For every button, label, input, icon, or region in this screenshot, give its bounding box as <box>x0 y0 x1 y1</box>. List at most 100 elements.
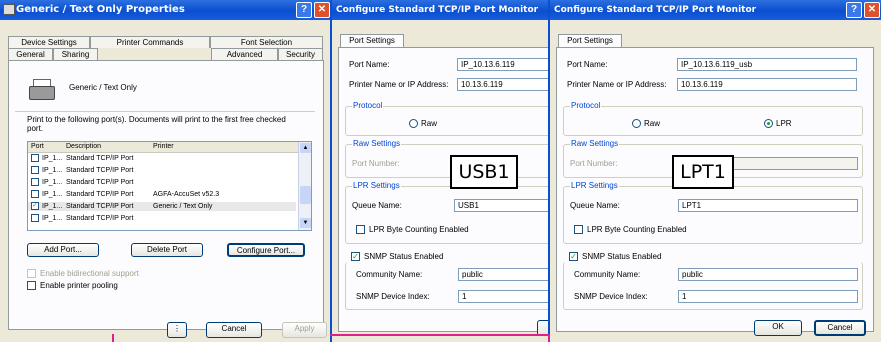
delete-port-button[interactable]: Delete Port <box>131 243 203 257</box>
lpr-counting-label: LPR Byte Counting Enabled <box>369 225 469 234</box>
port-checkbox[interactable]: ✓ <box>31 202 39 210</box>
port-checkbox[interactable] <box>31 178 39 186</box>
cancel-button[interactable]: Cancel <box>814 320 866 336</box>
add-port-button[interactable]: Add Port... <box>27 243 99 257</box>
queue-name-field[interactable]: USB1 <box>454 199 550 212</box>
tab-security[interactable]: Security <box>278 48 323 60</box>
community-field[interactable]: public <box>678 268 858 281</box>
port-name: IP_1... <box>42 167 63 174</box>
port-row[interactable]: IP_1... Standard TCP/IP Port <box>28 154 296 163</box>
port-name: IP_1... <box>42 155 63 162</box>
port-number-label: Port Number: <box>352 159 400 168</box>
snmp-group: Community Name: public SNMP Device Index… <box>563 262 863 310</box>
list-header: Port Description Printer <box>28 142 298 153</box>
bidirectional-label: Enable bidirectional support <box>40 269 139 278</box>
lpr-counting-checkbox[interactable] <box>356 225 365 234</box>
divider <box>15 111 315 112</box>
ok-button-partial[interactable]: ⋮ <box>167 322 187 338</box>
configure-port-button[interactable]: Configure Port... <box>227 243 305 257</box>
lpr-radio[interactable] <box>764 119 773 128</box>
bidirectional-checkbox[interactable] <box>27 269 36 278</box>
lpr-settings-title: LPR Settings <box>570 181 619 190</box>
tab-port-settings[interactable]: Port Settings <box>558 34 622 48</box>
apply-button[interactable]: Apply <box>282 322 327 338</box>
title-bar[interactable]: Generic / Text Only Properties ? ✕ <box>0 0 333 20</box>
lpr-settings-group: LPR Settings Queue Name: LPT1 LPR Byte C… <box>563 181 863 244</box>
queue-name-label: Queue Name: <box>352 201 402 210</box>
printer-properties-window: Generic / Text Only Properties ? ✕ Devic… <box>0 0 333 342</box>
red-connector-line <box>330 334 550 336</box>
snmp-checkbox[interactable]: ✓ <box>351 252 360 261</box>
help-button[interactable]: ? <box>846 2 862 18</box>
tab-device-settings[interactable]: Device Settings <box>8 36 90 48</box>
cancel-button[interactable]: Cancel <box>206 322 262 338</box>
help-button[interactable]: ? <box>296 2 312 18</box>
port-row[interactable]: ✓ IP_1... Standard TCP/IP Port Generic / Te… <box>28 202 296 211</box>
print-instruction: Print to the following port(s). Document… <box>27 115 286 133</box>
queue-name-field[interactable]: LPT1 <box>678 199 858 212</box>
port-checkbox[interactable] <box>31 166 39 174</box>
port-name: IP_1... <box>42 191 63 198</box>
lpr-label: LPR <box>776 119 792 128</box>
tab-printer-commands[interactable]: Printer Commands <box>90 36 210 48</box>
title-bar[interactable]: Configure Standard TCP/IP Port Monitor ?… <box>550 0 881 20</box>
protocol-title: Protocol <box>352 101 384 110</box>
port-checkbox[interactable] <box>31 190 39 198</box>
community-label: Community Name: <box>574 270 641 279</box>
device-index-label: SNMP Device Index: <box>574 292 648 301</box>
title-bar[interactable]: Configure Standard TCP/IP Port Monitor <box>332 0 550 20</box>
tab-general[interactable]: General <box>8 48 53 60</box>
raw-radio[interactable] <box>409 119 418 128</box>
device-index-field[interactable]: 1 <box>678 290 858 303</box>
port-checkbox[interactable] <box>31 214 39 222</box>
raw-radio[interactable] <box>632 119 641 128</box>
port-row[interactable]: IP_1... Standard TCP/IP Port <box>28 178 296 187</box>
port-row[interactable]: IP_1... Standard TCP/IP Port <box>28 214 296 223</box>
port-description: Standard TCP/IP Port <box>66 155 134 162</box>
close-button[interactable]: ✕ <box>864 2 880 18</box>
port-name: IP_1... <box>42 215 63 222</box>
tab-sharing[interactable]: Sharing <box>53 48 98 60</box>
snmp-checkbox[interactable]: ✓ <box>569 252 578 261</box>
scroll-up-icon[interactable]: ▲ <box>300 143 311 153</box>
red-connector-line <box>548 334 550 342</box>
port-settings-panel: Port Name: IP_10.13.6.119 Printer Name o… <box>338 47 550 332</box>
list-scrollbar[interactable]: ▲ ▼ <box>298 142 311 230</box>
ports-list[interactable]: Port Description Printer IP_1... Standard… <box>27 141 312 231</box>
port-description: Standard TCP/IP Port <box>66 191 134 198</box>
port-row[interactable]: IP_1... Standard TCP/IP Port <box>28 166 296 175</box>
port-checkbox[interactable] <box>31 154 39 162</box>
community-field[interactable]: public <box>458 268 550 281</box>
port-name-label: Port Name: <box>349 60 390 69</box>
printer-ip-field[interactable]: 10.13.6.119 <box>677 78 857 91</box>
printer-name-label: Generic / Text Only <box>69 83 137 92</box>
tab-advanced[interactable]: Advanced <box>211 48 278 60</box>
printer-ip-label: Printer Name or IP Address: <box>349 80 449 89</box>
port-monitor-window-1: Configure Standard TCP/IP Port Monitor P… <box>330 0 550 342</box>
printer-ip-field[interactable]: 10.13.6.119 <box>457 78 550 91</box>
lpt1-callout: LPT1 <box>672 155 734 189</box>
port-number-label: Port Number: <box>570 159 618 168</box>
scroll-thumb[interactable] <box>300 186 311 204</box>
column-printer[interactable]: Printer <box>153 143 174 150</box>
snmp-label: SNMP Status Enabled <box>364 252 444 261</box>
lpr-settings-group: LPR Settings Queue Name: USB1 LPR Byte C… <box>345 181 550 244</box>
column-port[interactable]: Port <box>31 143 44 150</box>
tab-port-settings[interactable]: Port Settings <box>340 34 404 48</box>
raw-label: Raw <box>644 119 661 128</box>
pooling-checkbox[interactable] <box>27 281 36 290</box>
port-row[interactable]: IP_1... Standard TCP/IP Port AGFA-AccuSet … <box>28 190 296 199</box>
protocol-group: Protocol Raw LPR <box>563 101 863 136</box>
port-description: Standard TCP/IP Port <box>66 203 134 210</box>
column-description[interactable]: Description <box>66 143 101 150</box>
scroll-down-icon[interactable]: ▼ <box>300 218 311 228</box>
close-button[interactable]: ✕ <box>314 2 330 18</box>
port-name-field[interactable]: IP_10.13.6.119 <box>457 58 550 71</box>
lpr-counting-checkbox[interactable] <box>574 225 583 234</box>
port-name-field[interactable]: IP_10.13.6.119_usb <box>677 58 857 71</box>
device-index-field[interactable]: 1 <box>458 290 550 303</box>
tab-font-selection[interactable]: Font Selection <box>210 36 323 48</box>
snmp-label: SNMP Status Enabled <box>582 252 662 261</box>
port-printer: AGFA-AccuSet v52.3 <box>153 191 220 198</box>
ok-button[interactable]: OK <box>754 320 802 336</box>
